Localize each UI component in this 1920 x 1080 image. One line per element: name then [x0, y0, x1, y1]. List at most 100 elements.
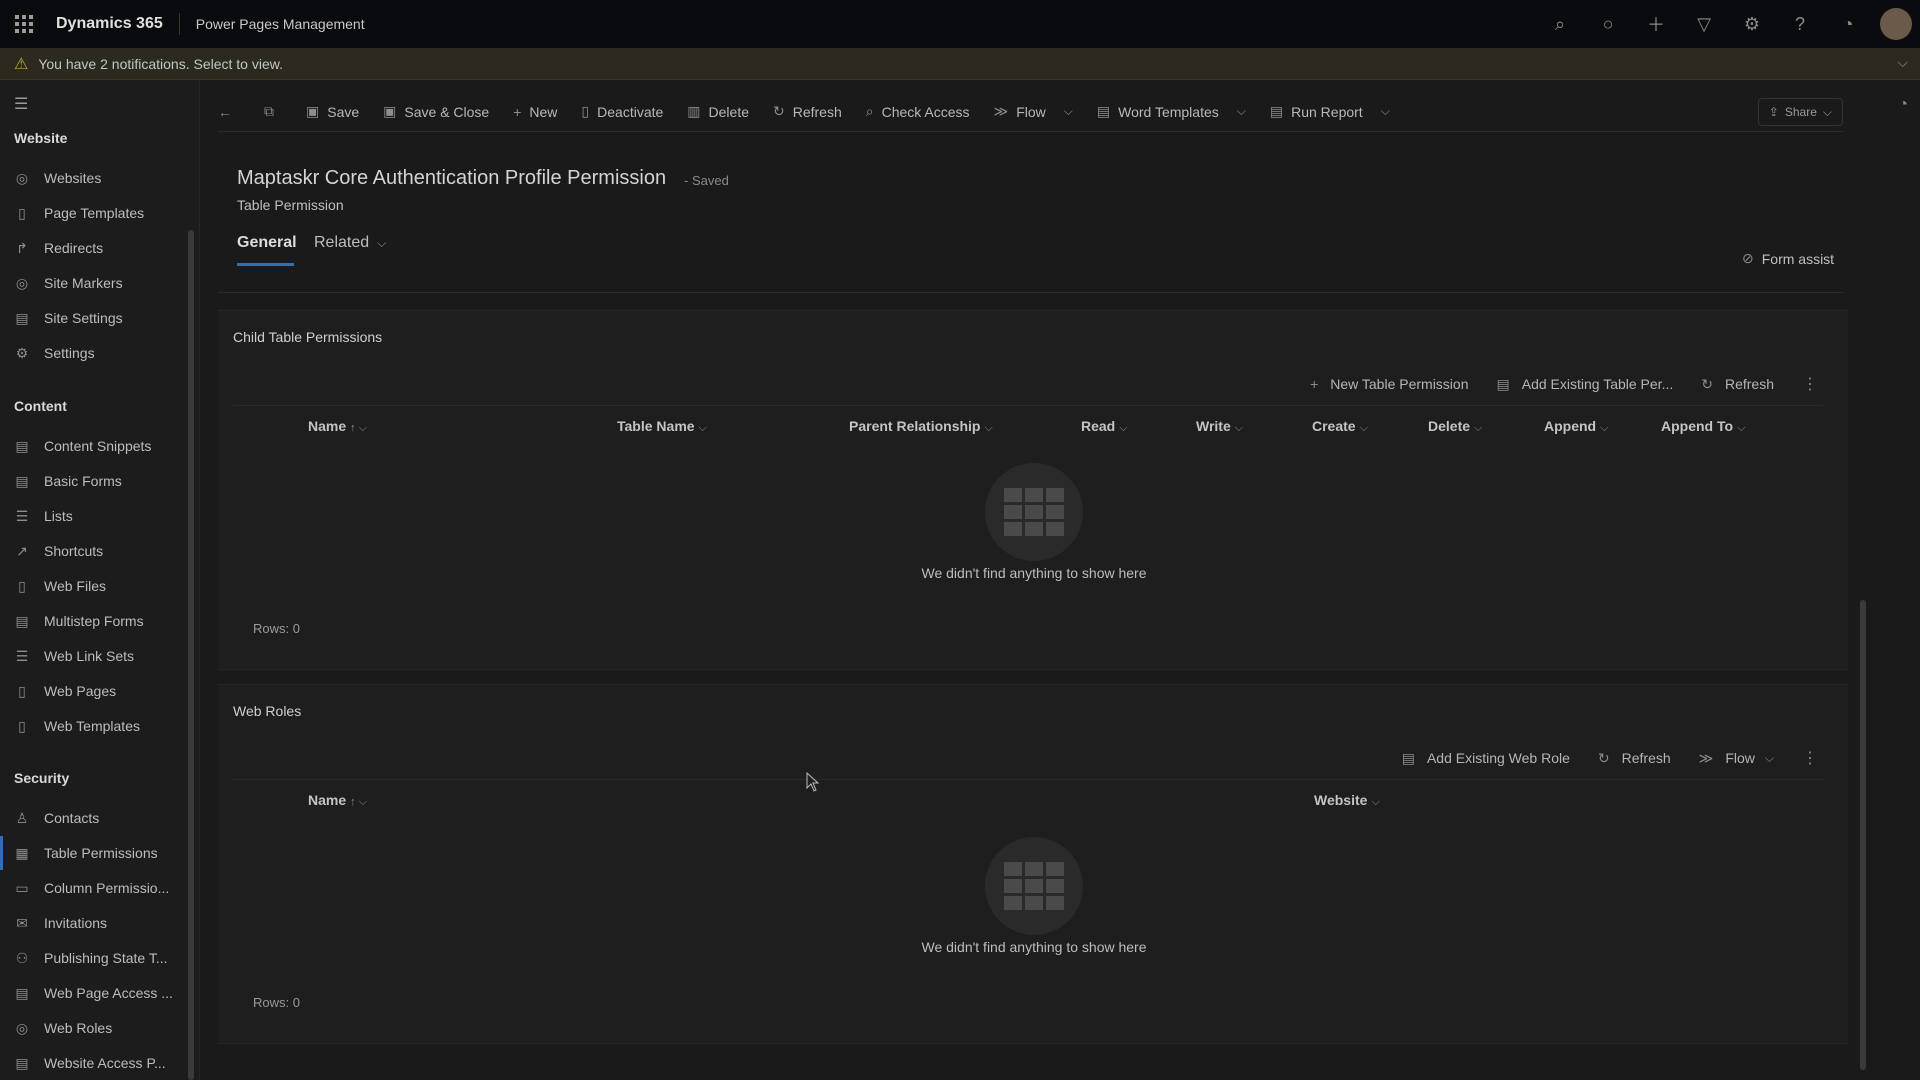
subgrid-refresh-button[interactable]: ↻ Refresh	[1598, 750, 1671, 767]
sidebar-item-label: Shortcuts	[44, 543, 104, 559]
globe-icon: ◎	[15, 1019, 29, 1036]
sidebar-item-invitations[interactable]: ✉ Invitations	[0, 906, 188, 940]
grid-divider	[233, 779, 1823, 780]
app-name-label[interactable]: Power Pages Management	[196, 16, 365, 32]
delete-button[interactable]: ▥ Delete	[687, 103, 749, 120]
sidebar-item-publishing-state[interactable]: ⚇ Publishing State T...	[0, 941, 188, 975]
lightbulb-icon[interactable]: ○	[1584, 0, 1632, 48]
sidebar-item-label: Content Snippets	[44, 438, 152, 454]
hamburger-menu-icon[interactable]: ☰	[14, 94, 28, 114]
entity-name: Table Permission	[237, 197, 344, 213]
sidebar-item-web-link-sets[interactable]: ☰ Web Link Sets	[0, 639, 188, 673]
column-header-table-name[interactable]: Table Name ⌵	[617, 418, 707, 435]
help-icon[interactable]: ?	[1776, 0, 1824, 48]
sidebar-item-settings[interactable]: ⚙ Settings	[0, 336, 188, 370]
back-button[interactable]: ←	[218, 104, 240, 120]
chevron-down-icon[interactable]: ⌵	[1381, 104, 1390, 119]
avatar[interactable]	[1880, 8, 1912, 40]
save-button[interactable]: ▣ Save	[306, 103, 359, 120]
refresh-icon: ↻	[1701, 375, 1713, 392]
gear-icon[interactable]: ⚙	[1728, 0, 1776, 48]
add-existing-table-permission-button[interactable]: ▤ Add Existing Table Per...	[1497, 376, 1674, 393]
sidebar-item-contacts[interactable]: ♙ Contacts	[0, 801, 188, 835]
sidebar-item-site-markers[interactable]: ◎ Site Markers	[0, 266, 188, 300]
column-header-name[interactable]: Name ↑ ⌵	[308, 792, 367, 809]
sidebar-item-web-roles[interactable]: ◎ Web Roles	[0, 1011, 188, 1045]
column-header-parent-relationship[interactable]: Parent Relationship ⌵	[849, 418, 993, 435]
sidebar-item-label: Redirects	[44, 240, 104, 256]
subgrid-flow-button[interactable]: ≫ Flow ⌵	[1699, 750, 1774, 767]
sidebar-item-page-templates[interactable]: ▯ Page Templates	[0, 196, 188, 230]
tab-general[interactable]: General	[237, 234, 297, 252]
deactivate-icon: ▯	[581, 103, 590, 119]
column-header-append-to[interactable]: Append To ⌵	[1661, 418, 1745, 435]
new-button[interactable]: + New	[513, 104, 557, 120]
chevron-down-icon: ⌵	[1600, 422, 1609, 434]
sidebar-item-web-files[interactable]: ▯ Web Files	[0, 569, 188, 603]
copilot-icon[interactable]: ◔	[1824, 0, 1872, 48]
refresh-button[interactable]: ↻ Refresh	[773, 103, 842, 120]
column-header-name[interactable]: Name ↑ ⌵	[308, 418, 367, 435]
tab-related[interactable]: Related ⌵	[314, 234, 386, 252]
app-launcher-button[interactable]	[0, 0, 48, 48]
column-header-write[interactable]: Write ⌵	[1196, 418, 1243, 435]
sidebar-item-table-permissions[interactable]: ▦ Table Permissions	[0, 836, 188, 870]
sidebar-scrollbar[interactable]	[188, 230, 194, 1080]
sidebar-item-label: Page Templates	[44, 205, 145, 221]
popout-button[interactable]: ⧉	[264, 103, 282, 120]
sidebar-item-basic-forms[interactable]: ▤ Basic Forms	[0, 464, 188, 498]
run-report-label: Run Report	[1291, 103, 1363, 120]
sidebar-item-websites[interactable]: ◎ Websites	[0, 161, 188, 195]
sidebar-item-redirects[interactable]: ↱ Redirects	[0, 231, 188, 265]
sidebar-item-lists[interactable]: ☰ Lists	[0, 499, 188, 533]
column-header-label: Table Name	[617, 418, 695, 434]
form-assist-label: Form assist	[1761, 250, 1835, 267]
notification-bar[interactable]: ⚠ You have 2 notifications. Select to vi…	[0, 48, 1920, 80]
sidebar-item-column-permissions[interactable]: ▭ Column Permissio...	[0, 871, 188, 905]
add-existing-web-role-button[interactable]: ▤ Add Existing Web Role	[1402, 750, 1570, 767]
chevron-down-icon[interactable]: ⌵	[1064, 104, 1073, 119]
child-table-permissions-section: Child Table Permissions + New Table Permi…	[218, 310, 1848, 670]
flow-button[interactable]: ≫ Flow ⌵	[994, 103, 1073, 120]
sidebar-item-web-templates[interactable]: ▯ Web Templates	[0, 709, 188, 743]
deactivate-button[interactable]: ▯ Deactivate	[581, 103, 663, 120]
active-tab-indicator	[237, 263, 294, 266]
main-scrollbar[interactable]	[1860, 600, 1866, 1070]
column-header-read[interactable]: Read ⌵	[1081, 418, 1128, 435]
subgrid-refresh-label: Refresh	[1621, 750, 1671, 766]
form-assist-button[interactable]: ⊘ Form assist	[1742, 250, 1834, 267]
sidebar-item-web-pages[interactable]: ▯ Web Pages	[0, 674, 188, 708]
column-header-website[interactable]: Website ⌵	[1314, 792, 1380, 809]
new-table-permission-button[interactable]: + New Table Permission	[1310, 376, 1468, 392]
run-report-button[interactable]: ▤ Run Report ⌵	[1270, 103, 1390, 120]
brand-label[interactable]: Dynamics 365	[56, 13, 180, 35]
sidebar-group-website: Website	[14, 130, 68, 146]
copilot-pane-icon[interactable]: ◔	[1898, 96, 1908, 114]
column-header-create[interactable]: Create ⌵	[1312, 418, 1368, 435]
list-icon: ☰	[15, 507, 29, 524]
subgrid-refresh-button[interactable]: ↻ Refresh	[1701, 376, 1774, 393]
chevron-down-icon[interactable]: ⌵	[1237, 104, 1246, 119]
column-header-delete[interactable]: Delete ⌵	[1428, 418, 1482, 435]
filter-icon[interactable]: ▽	[1680, 0, 1728, 48]
sidebar-item-shortcuts[interactable]: ↗ Shortcuts	[0, 534, 188, 568]
notification-message[interactable]: You have 2 notifications. Select to view…	[38, 56, 283, 72]
chevron-down-icon[interactable]: ⌵	[1765, 751, 1774, 766]
column-header-label: Write	[1196, 418, 1231, 434]
share-button[interactable]: ⇪ Share ⌵	[1757, 98, 1843, 126]
more-options-icon[interactable]: ⋮	[1802, 374, 1818, 394]
chevron-down-icon[interactable]: ⌵	[1897, 54, 1908, 71]
sidebar-group-security: Security	[14, 770, 70, 786]
check-access-button[interactable]: ⌕ Check Access	[866, 103, 970, 120]
sidebar-item-content-snippets[interactable]: ▤ Content Snippets	[0, 429, 188, 463]
sidebar-item-website-access[interactable]: ▤ Website Access P...	[0, 1046, 188, 1080]
sidebar-item-multistep-forms[interactable]: ▤ Multistep Forms	[0, 604, 188, 638]
column-header-append[interactable]: Append ⌵	[1544, 418, 1608, 435]
sidebar-item-web-page-access[interactable]: ▤ Web Page Access ...	[0, 976, 188, 1010]
plus-icon[interactable]: ＋	[1632, 0, 1680, 48]
more-options-icon[interactable]: ⋮	[1802, 748, 1818, 768]
save-close-button[interactable]: ▣ Save & Close	[383, 103, 489, 120]
sidebar-item-site-settings[interactable]: ▤ Site Settings	[0, 301, 188, 335]
search-icon[interactable]: ⌕	[1536, 0, 1584, 48]
word-templates-button[interactable]: ▤ Word Templates ⌵	[1097, 103, 1246, 120]
